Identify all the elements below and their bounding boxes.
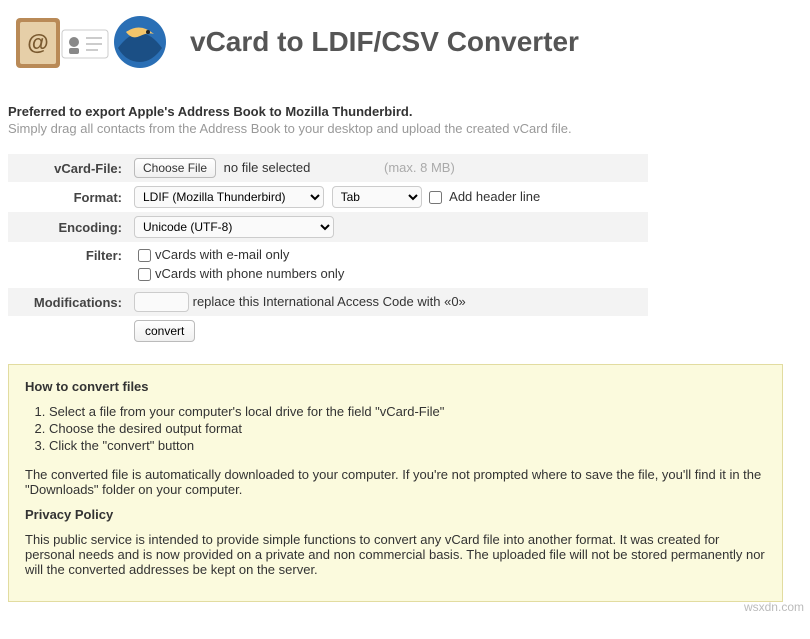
intro-sub: Simply drag all contacts from the Addres… bbox=[8, 121, 802, 136]
info-box: How to convert files Select a file from … bbox=[8, 364, 783, 602]
add-header-checkbox[interactable] bbox=[429, 191, 442, 204]
add-header-label: Add header line bbox=[449, 189, 540, 204]
choose-file-button[interactable]: Choose File bbox=[134, 158, 216, 178]
privacy-text: This public service is intended to provi… bbox=[25, 532, 766, 577]
filter-phone-checkbox[interactable] bbox=[138, 268, 151, 281]
modifications-label: Modifications: bbox=[8, 288, 128, 316]
modifications-text: replace this International Access Code w… bbox=[193, 294, 466, 309]
svg-text:@: @ bbox=[27, 30, 48, 55]
app-logo: @ bbox=[8, 8, 178, 76]
convert-button[interactable]: convert bbox=[134, 320, 195, 342]
filter-email-checkbox[interactable] bbox=[138, 249, 151, 262]
step-3: Click the "convert" button bbox=[49, 438, 766, 453]
encoding-select[interactable]: Unicode (UTF-8) bbox=[134, 216, 334, 238]
encoding-label: Encoding: bbox=[8, 212, 128, 242]
delimiter-select[interactable]: Tab bbox=[332, 186, 422, 208]
max-size-hint: (max. 8 MB) bbox=[384, 160, 455, 175]
header: @ vCard to LDIF/CSV Converter bbox=[8, 8, 802, 76]
filter-phone-label: vCards with phone numbers only bbox=[155, 266, 344, 281]
auto-download-text: The converted file is automatically down… bbox=[25, 467, 766, 497]
page-title: vCard to LDIF/CSV Converter bbox=[190, 26, 579, 58]
vcard-file-label: vCard-File: bbox=[8, 154, 128, 182]
step-1: Select a file from your computer's local… bbox=[49, 404, 766, 419]
how-to-steps: Select a file from your computer's local… bbox=[49, 404, 766, 453]
privacy-heading: Privacy Policy bbox=[25, 507, 766, 522]
converter-form: vCard-File: Choose File no file selected… bbox=[8, 154, 648, 346]
format-label: Format: bbox=[8, 182, 128, 212]
step-2: Choose the desired output format bbox=[49, 421, 766, 436]
access-code-input[interactable] bbox=[134, 292, 189, 312]
filter-email-label: vCards with e-mail only bbox=[155, 247, 289, 262]
intro-headline: Preferred to export Apple's Address Book… bbox=[8, 104, 802, 119]
watermark: wsxdn.com bbox=[744, 600, 804, 614]
filter-label: Filter: bbox=[8, 242, 128, 288]
file-status: no file selected bbox=[224, 160, 311, 175]
how-to-heading: How to convert files bbox=[25, 379, 766, 394]
format-select[interactable]: LDIF (Mozilla Thunderbird) bbox=[134, 186, 324, 208]
